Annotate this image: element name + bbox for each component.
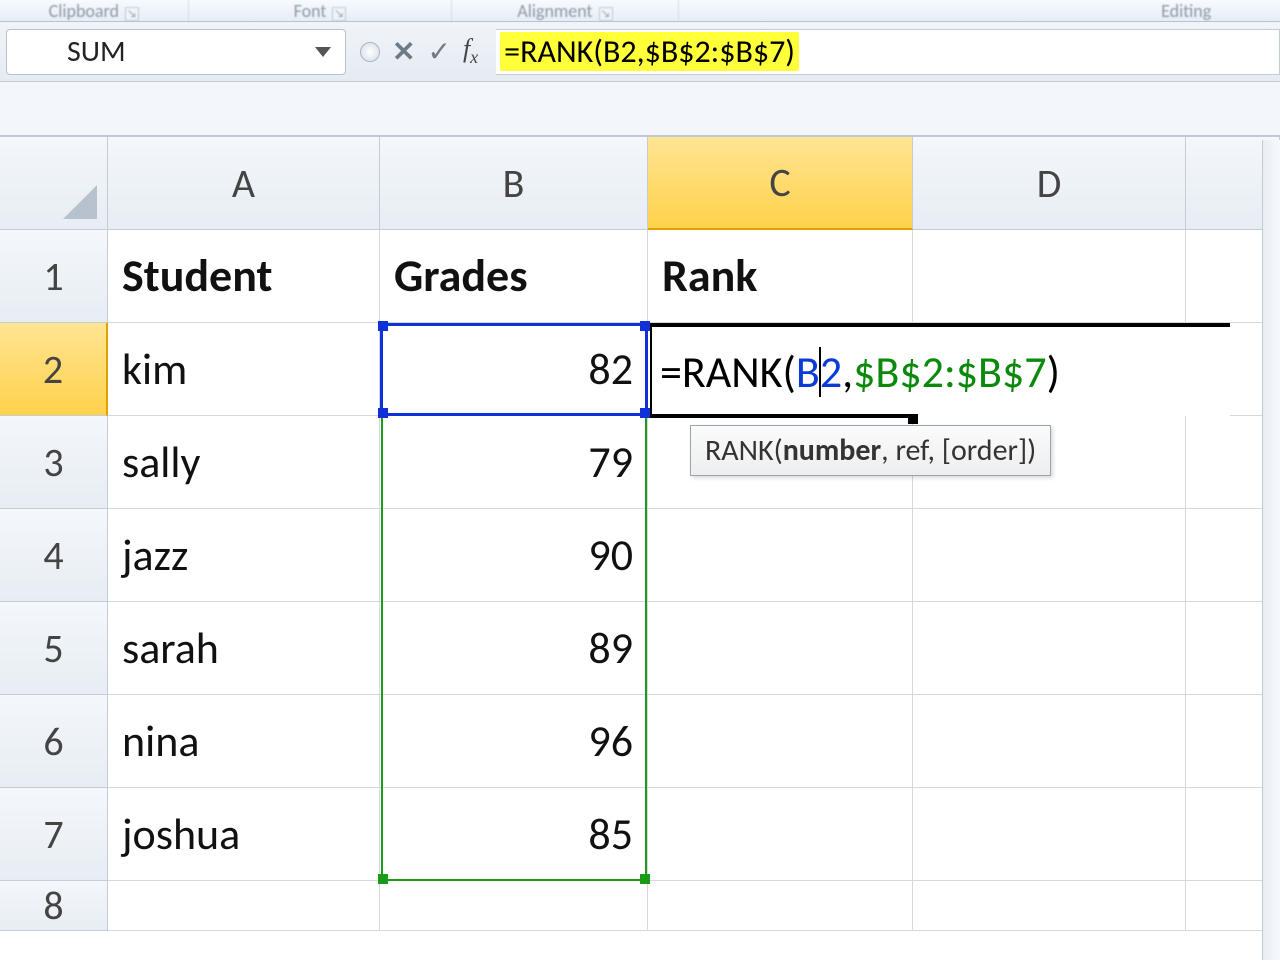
cell-d8[interactable] — [913, 881, 1186, 931]
cell-d6[interactable] — [913, 695, 1186, 788]
dialog-launcher-icon[interactable]: ↘ — [599, 7, 613, 21]
cell-a8[interactable] — [108, 881, 380, 931]
ribbon-group-editing[interactable]: Editing — [1092, 0, 1280, 22]
row-header-4[interactable]: 4 — [0, 509, 108, 602]
cell-a7[interactable]: joshua — [108, 788, 380, 881]
formula-token-ref1b: 2 — [820, 345, 842, 399]
dropdown-icon[interactable] — [315, 47, 331, 57]
col-header-d[interactable]: D — [913, 137, 1186, 230]
ribbon-group-alignment[interactable]: Alignment↘ — [452, 0, 678, 22]
formula-text: =RANK(B2,$B$2:$B$7) — [500, 32, 799, 71]
cell-b8[interactable] — [380, 881, 648, 931]
active-cell-editor[interactable]: =RANK(B2,$B$2:$B$7) — [650, 323, 1230, 416]
ribbon-group-clipboard[interactable]: Clipboard↘ — [0, 0, 189, 22]
ribbon-group-font[interactable]: Font↘ — [189, 0, 453, 22]
formula-token-comma: , — [842, 345, 853, 399]
dialog-launcher-icon[interactable]: ↘ — [332, 7, 346, 21]
insert-function-circle-icon[interactable] — [360, 42, 380, 62]
cell-c7[interactable] — [648, 788, 913, 881]
formula-input[interactable]: =RANK(B2,$B$2:$B$7) — [496, 29, 1280, 75]
vertical-scrollbar[interactable] — [1262, 140, 1280, 960]
formula-bar: SUM ✕ ✓ fx =RANK(B2,$B$2:$B$7) — [0, 22, 1280, 82]
name-box-value: SUM — [67, 33, 126, 70]
cancel-button[interactable]: ✕ — [392, 34, 415, 69]
cell-c1[interactable]: Rank — [648, 230, 913, 323]
col-header-a[interactable]: A — [108, 137, 380, 230]
cell-d7[interactable] — [913, 788, 1186, 881]
name-box[interactable]: SUM — [6, 29, 346, 75]
cell-c8[interactable] — [648, 881, 913, 931]
row-header-7[interactable]: 7 — [0, 788, 108, 881]
row-header-6[interactable]: 6 — [0, 695, 108, 788]
formula-token-range: $B$2:$B$7 — [853, 345, 1046, 399]
cell-a3[interactable]: sally — [108, 416, 380, 509]
cell-c6[interactable] — [648, 695, 913, 788]
cell-b2[interactable]: 82 — [380, 323, 648, 416]
row-header-8[interactable]: 8 — [0, 881, 108, 931]
enter-button[interactable]: ✓ — [427, 34, 450, 69]
dialog-launcher-icon[interactable]: ↘ — [125, 7, 139, 21]
spreadsheet-grid[interactable]: A B C D 1 Student Grades Rank 2 kim 82 3… — [0, 137, 1280, 974]
formula-token-ref1a: B — [796, 345, 820, 399]
cell-b1[interactable]: Grades — [380, 230, 648, 323]
formula-bar-expand-area[interactable] — [0, 82, 1280, 137]
function-tooltip[interactable]: RANK(number, ref, [order]) — [690, 425, 1051, 476]
formula-token-suffix: ) — [1047, 345, 1060, 399]
tooltip-rest: , ref, [order]) — [881, 432, 1036, 469]
fx-icon[interactable]: fx — [463, 34, 478, 68]
cell-c4[interactable] — [648, 509, 913, 602]
cell-d4[interactable] — [913, 509, 1186, 602]
row-header-5[interactable]: 5 — [0, 602, 108, 695]
ribbon-group-labels: Clipboard↘ Font↘ Alignment↘ Editing — [0, 0, 1280, 22]
formula-token-fn: =RANK( — [660, 345, 796, 399]
cell-d1[interactable] — [913, 230, 1186, 323]
row-header-1[interactable]: 1 — [0, 230, 108, 323]
cell-a5[interactable]: sarah — [108, 602, 380, 695]
tooltip-fn: RANK( — [705, 432, 783, 469]
tooltip-current-arg: number — [783, 432, 881, 469]
cell-b5[interactable]: 89 — [380, 602, 648, 695]
cell-b6[interactable]: 96 — [380, 695, 648, 788]
row-header-2[interactable]: 2 — [0, 323, 108, 416]
row-header-3[interactable]: 3 — [0, 416, 108, 509]
cell-a6[interactable]: nina — [108, 695, 380, 788]
cell-b7[interactable]: 85 — [380, 788, 648, 881]
select-all-button[interactable] — [0, 137, 108, 230]
cell-b4[interactable]: 90 — [380, 509, 648, 602]
cell-b3[interactable]: 79 — [380, 416, 648, 509]
cell-a4[interactable]: jazz — [108, 509, 380, 602]
fill-handle-icon[interactable] — [908, 414, 918, 424]
cell-c5[interactable] — [648, 602, 913, 695]
cell-a2[interactable]: kim — [108, 323, 380, 416]
cell-d5[interactable] — [913, 602, 1186, 695]
cell-a1[interactable]: Student — [108, 230, 380, 323]
col-header-b[interactable]: B — [380, 137, 648, 230]
active-cell-border — [650, 414, 915, 418]
col-header-c[interactable]: C — [648, 137, 913, 230]
